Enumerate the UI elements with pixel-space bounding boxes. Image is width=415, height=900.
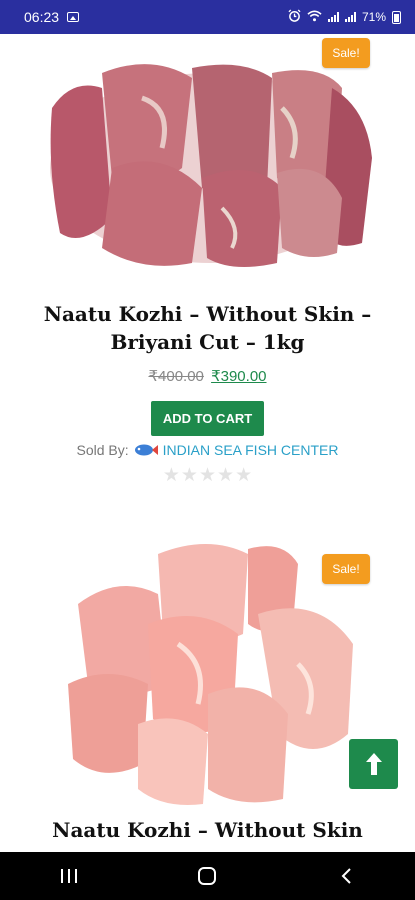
star-rating: ★ ★ ★ ★ ★ (0, 464, 415, 487)
battery-percent: 71% (361, 10, 386, 24)
star-icon: ★ (198, 465, 217, 486)
product-list[interactable]: Sale! Naatu Kozhi – Without Skin – Briya… (0, 34, 415, 852)
star-icon: ★ (235, 465, 253, 486)
status-bar: 06:23 71% (0, 0, 415, 34)
price-row: ₹400.00 ₹390.00 (0, 367, 415, 385)
sold-by: Sold By: INDIAN SEA FISH CENTER (0, 442, 415, 458)
product-title-line[interactable]: Naatu Kozhi – Without Skin – (20, 300, 395, 328)
back-button[interactable] (316, 856, 376, 896)
product-title-line[interactable]: Naatu Kozhi – Without Skin (20, 816, 395, 844)
fish-icon (134, 444, 158, 456)
star-icon: ★ (162, 465, 180, 486)
product-title[interactable]: Naatu Kozhi – Without Skin – Briyani Cut… (20, 300, 395, 356)
scroll-to-top-button[interactable] (349, 739, 398, 789)
add-to-cart-button[interactable]: ADD TO CART (151, 401, 264, 436)
home-icon (198, 867, 217, 885)
wifi-icon (307, 10, 322, 25)
product-title[interactable]: Naatu Kozhi – Without Skin (20, 816, 395, 844)
recent-apps-icon (61, 869, 78, 883)
product-card[interactable]: Sale! Naatu Kozhi – Without Skin – Briya… (0, 34, 415, 504)
alarm-icon (288, 9, 301, 25)
old-price: ₹400.00 (148, 368, 204, 385)
system-nav-bar (0, 852, 415, 900)
recent-apps-button[interactable] (39, 856, 99, 896)
product-card[interactable]: Sale! Naatu Kozhi – Without Skin (0, 524, 415, 852)
signal-icon (344, 12, 356, 22)
signal-icon (327, 12, 339, 22)
clock: 06:23 (24, 9, 60, 25)
star-icon: ★ (217, 465, 235, 486)
back-icon (341, 868, 351, 884)
battery-icon (392, 10, 401, 24)
vendor-link[interactable]: INDIAN SEA FISH CENTER (163, 442, 339, 458)
home-button[interactable] (177, 856, 237, 896)
product-title-line[interactable]: Briyani Cut – 1kg (20, 328, 395, 356)
sale-badge: Sale! (322, 554, 370, 584)
image-icon (67, 12, 80, 22)
sold-by-label: Sold By: (76, 442, 129, 458)
product-image[interactable] (58, 534, 358, 809)
sale-price: ₹390.00 (211, 368, 267, 385)
star-icon: ★ (180, 465, 198, 486)
sale-badge: Sale! (322, 38, 370, 68)
product-image[interactable] (42, 48, 378, 274)
arrow-up-icon (365, 753, 382, 775)
